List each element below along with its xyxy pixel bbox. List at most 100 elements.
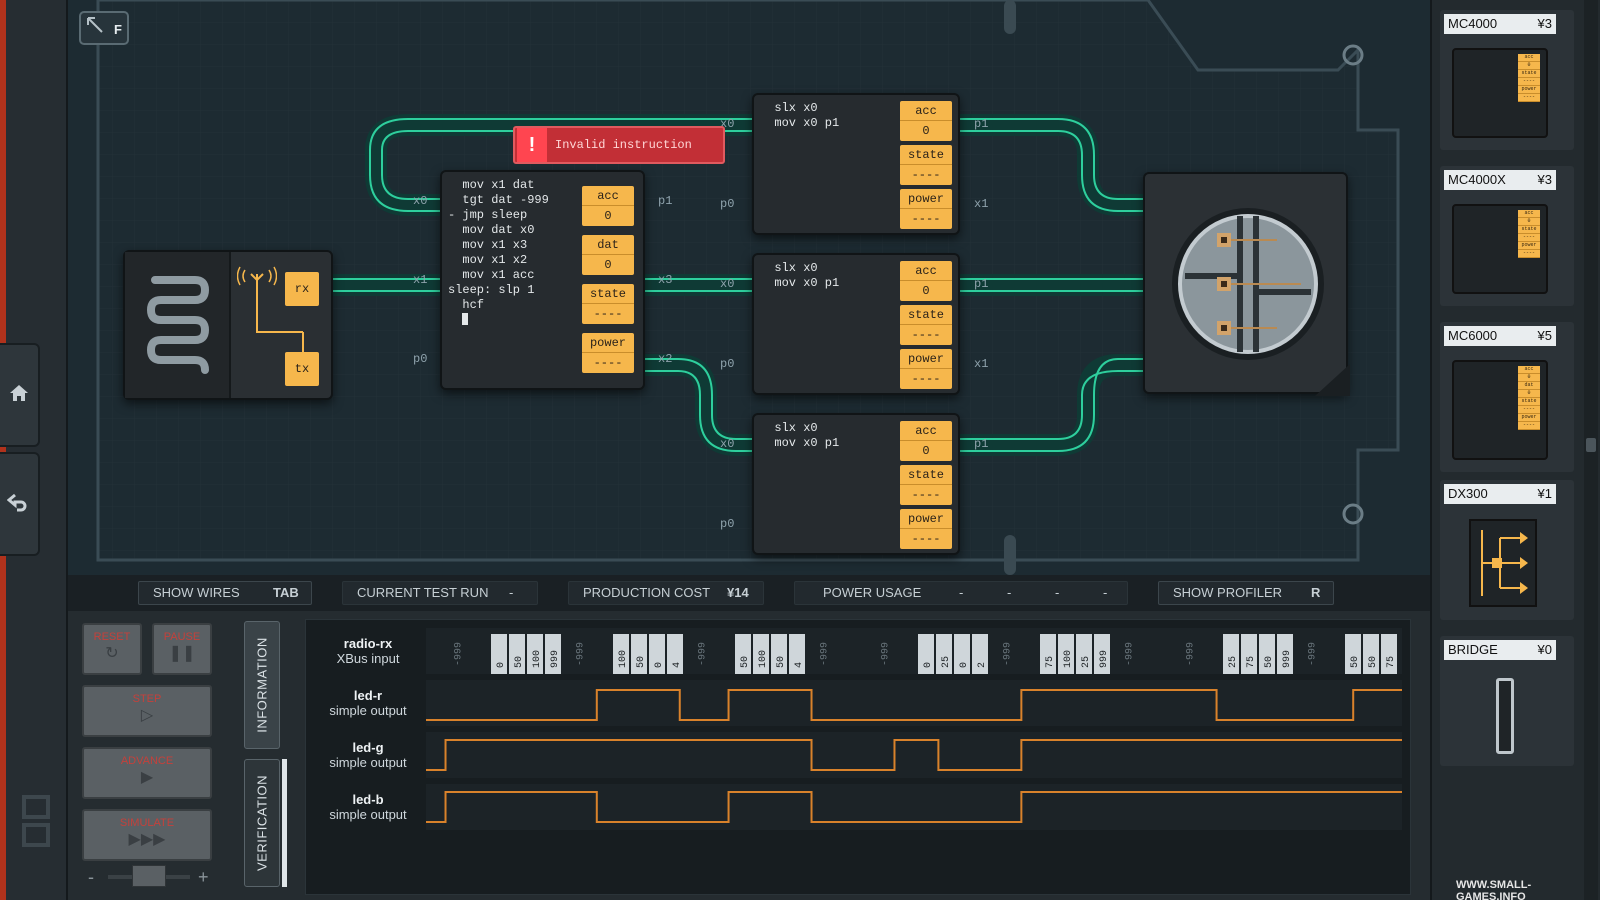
led-module <box>1143 172 1350 396</box>
register-name: state <box>900 465 952 485</box>
main-pin-x2: x2 <box>658 352 673 366</box>
advance-button[interactable]: ADVANCE ▶ <box>82 747 212 799</box>
row-label-led-g: led-g simple output <box>329 740 407 770</box>
radio-packet-value: 50 <box>1264 656 1275 668</box>
advance-label: ADVANCE <box>120 755 174 767</box>
power-usage-value-2: - <box>1007 585 1012 600</box>
speed-minus-button[interactable]: - <box>88 867 94 888</box>
led-icon <box>1172 208 1350 396</box>
radio-packet-value: 2 <box>977 662 988 668</box>
show-profiler-button[interactable]: SHOW PROFILER R <box>1158 581 1334 605</box>
row-label-led-r: led-r simple output <box>329 688 407 718</box>
mini-register-label: power <box>1518 86 1540 94</box>
fullscreen-key: F <box>114 22 122 37</box>
part-bridge[interactable]: BRIDGE ¥0 <box>1440 636 1574 766</box>
radio-idle-label: -999 <box>576 642 587 666</box>
register-value: 0 <box>922 444 930 458</box>
mc4000-chip-2[interactable]: slx x0 mov x0 p1 acc 0 state ---- power ---- <box>752 253 960 395</box>
part-mc4000x[interactable]: MC4000X ¥3 acc 0 state ---- power ---- <box>1440 166 1574 306</box>
register-name: dat <box>582 235 634 255</box>
radio-packet-value: 75 <box>1386 656 1397 668</box>
radio-packet-value: 4 <box>794 662 805 668</box>
register-name: state <box>582 284 634 304</box>
row-label-radio-rx: radio-rx XBus input <box>336 636 400 666</box>
undo-button[interactable] <box>0 452 40 556</box>
chip-code[interactable]: slx x0 mov x0 p1 <box>760 261 839 291</box>
part-mc6000[interactable]: MC6000 ¥5 acc 0 dat 0 state ---- power ---- <box>1440 322 1574 472</box>
production-cost: PRODUCTION COST ¥14 <box>568 581 764 605</box>
red-edge <box>0 0 6 900</box>
mc4000-chip-1[interactable]: slx x0 mov x0 p1 acc 0 state ---- power ---- <box>752 93 960 235</box>
radio-packet-value: 0 <box>959 662 970 668</box>
register-value: ---- <box>593 356 623 370</box>
mini-register-label: ---- <box>1518 250 1540 258</box>
pause-button[interactable]: PAUSE ❚❚ <box>152 623 212 675</box>
radio-packet-value: 50 <box>636 656 647 668</box>
production-cost-value: ¥14 <box>727 585 749 600</box>
register-name: power <box>582 333 634 353</box>
radio-idle-label: -999 <box>881 642 892 666</box>
register-name: power <box>900 509 952 529</box>
part-name: MC4000 <box>1448 16 1498 31</box>
game-logo <box>22 795 50 851</box>
step-label: STEP <box>132 693 162 705</box>
radio-packet-value: 50 <box>740 656 751 668</box>
radio-packet-value: 50 <box>514 656 525 668</box>
tab-verification-label: VERIFICATION <box>254 774 270 872</box>
speed-plus-button[interactable]: + <box>198 867 209 888</box>
speed-slider[interactable] <box>108 865 190 887</box>
home-icon <box>8 383 30 408</box>
radio-packet-value: 75 <box>1045 656 1056 668</box>
bottom-panel: RESET ↻ PAUSE ❚❚ STEP ▷ ADVANCE ▶ SIMULA… <box>68 611 1430 900</box>
mc4000-chip-3[interactable]: slx x0 mov x0 p1 acc 0 state ---- power ---- <box>752 413 960 555</box>
part-cost: ¥0 <box>1537 642 1552 657</box>
chip-3-pin-left_bot: p0 <box>720 517 735 531</box>
main-chip[interactable]: mov x1 dat tgt dat -999 - jmp sleep mov … <box>440 170 645 390</box>
watermark: WWW.SMALL-GAMES.INFO <box>1456 879 1532 900</box>
part-name: DX300 <box>1448 486 1488 501</box>
mini-register-label: acc <box>1518 366 1540 374</box>
chip-code[interactable]: slx x0 mov x0 p1 <box>760 421 839 451</box>
show-wires-button[interactable]: SHOW WIRES TAB <box>138 581 312 605</box>
tx-port: tx <box>285 352 319 386</box>
speed-slider-handle[interactable] <box>132 865 166 887</box>
reset-button[interactable]: RESET ↻ <box>82 623 142 675</box>
register-acc: acc 0 <box>582 186 634 226</box>
pause-label: PAUSE <box>163 631 201 643</box>
radio-idle-label: -999 <box>454 642 465 666</box>
simulate-button[interactable]: SIMULATE ▶▶▶ <box>82 809 212 861</box>
circuit-board: F rx tx mov x1 dat tgt dat -999 - jmp sl… <box>68 0 1430 575</box>
mini-register-label: 0 <box>1518 218 1540 226</box>
parts-scroll-thumb[interactable] <box>1586 438 1596 452</box>
register-name: acc <box>582 186 634 206</box>
radio-packet-value: 100 <box>1063 650 1074 668</box>
step-button[interactable]: STEP ▷ <box>82 685 212 737</box>
register-name: power <box>900 349 952 369</box>
mini-register-label: ---- <box>1518 94 1540 102</box>
main-chip-code[interactable]: mov x1 dat tgt dat -999 - jmp sleep mov … <box>448 178 549 313</box>
tab-information[interactable]: INFORMATION <box>244 621 280 749</box>
part-mc4000[interactable]: MC4000 ¥3 acc 0 state ---- power ---- <box>1440 10 1574 150</box>
chip-code[interactable]: slx x0 mov x0 p1 <box>760 101 839 131</box>
radio-packet-value: 25 <box>1081 656 1092 668</box>
part-mini-registers: acc 0 dat 0 state ---- power ---- <box>1518 366 1540 430</box>
register-value: ---- <box>911 328 941 342</box>
text-cursor <box>462 313 468 325</box>
tab-information-label: INFORMATION <box>254 637 270 733</box>
error-message: Invalid instruction <box>555 138 692 152</box>
row-bg-led-b <box>426 784 1402 830</box>
chip-2-pin-left_bot: p0 <box>720 357 735 371</box>
home-button[interactable] <box>0 343 40 447</box>
register-dat: dat 0 <box>582 235 634 275</box>
mini-register-label: power <box>1518 414 1540 422</box>
rx-port: rx <box>285 272 319 306</box>
register-value: ---- <box>593 307 623 321</box>
tab-verification[interactable]: VERIFICATION <box>244 759 280 887</box>
register-value: ---- <box>911 532 941 546</box>
part-dx300[interactable]: DX300 ¥1 <box>1440 480 1574 620</box>
mini-register-label: power <box>1518 242 1540 250</box>
parts-scrollbar[interactable] <box>1584 0 1598 900</box>
mini-register-label: 0 <box>1518 62 1540 70</box>
chip-2-pin-right_bot: x1 <box>974 357 989 371</box>
register-state: state ---- <box>900 465 952 505</box>
